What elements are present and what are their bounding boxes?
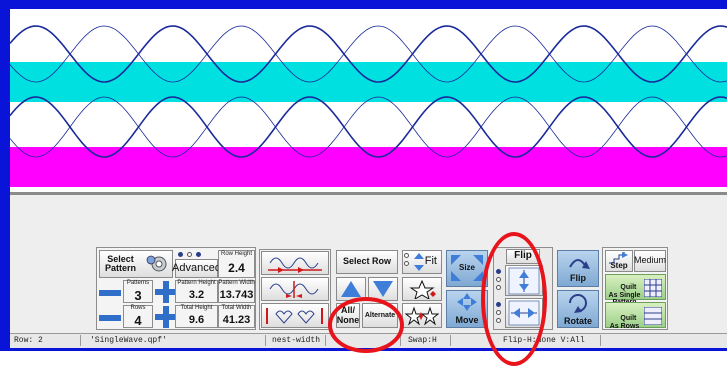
select-row-label: Select Row bbox=[342, 256, 391, 267]
pattern-width-value[interactable]: 13.743 bbox=[218, 289, 255, 301]
quilt-preview-canvas[interactable] bbox=[10, 9, 727, 192]
status-divider bbox=[600, 335, 601, 346]
quilt-single-pattern-button[interactable]: Quilt As Single Pattern bbox=[605, 274, 666, 306]
step-size-value: Medium bbox=[634, 255, 667, 266]
star-outline-icon bbox=[409, 279, 436, 299]
patterns-decrease-button[interactable] bbox=[99, 290, 121, 296]
status-file: 'SingleWave.qpf' bbox=[90, 336, 167, 345]
status-divider bbox=[265, 335, 266, 346]
quilt-rows-icon bbox=[644, 307, 662, 325]
quilt-grid-icon bbox=[644, 279, 662, 297]
star-option-button[interactable] bbox=[402, 277, 442, 301]
step-button[interactable]: Step bbox=[605, 250, 633, 272]
step-size-select[interactable]: Medium bbox=[634, 250, 666, 272]
patterns-value[interactable]: 3 bbox=[123, 288, 153, 303]
hearts-nested-icon bbox=[269, 281, 319, 298]
layout-option-3-button[interactable] bbox=[261, 303, 329, 328]
arrow-down-icon bbox=[373, 281, 393, 297]
flip-button[interactable]: Flip bbox=[557, 250, 599, 287]
status-divider bbox=[450, 335, 451, 346]
fit-arrows-icon bbox=[414, 253, 424, 271]
layout-option-1-button[interactable] bbox=[261, 251, 329, 275]
fit-label: Fit bbox=[424, 255, 437, 268]
total-height-value[interactable]: 9.6 bbox=[175, 314, 218, 326]
patterns-increase-button[interactable] bbox=[155, 281, 177, 303]
quilt-as-rows-button[interactable]: Quilt As Rows bbox=[605, 302, 666, 330]
row-height-label: Row Height bbox=[220, 251, 252, 257]
select-pattern-button[interactable]: Select Pattern bbox=[99, 250, 173, 278]
page-background bbox=[0, 351, 727, 366]
rotate-button[interactable]: Rotate bbox=[557, 290, 599, 328]
hearts-row-icon bbox=[266, 307, 323, 324]
rows-label: Rows bbox=[130, 305, 146, 311]
step-icon bbox=[609, 252, 628, 264]
advanced-button[interactable]: Advanced bbox=[172, 259, 221, 278]
row-height-value[interactable]: 2.4 bbox=[218, 261, 255, 275]
rows-decrease-button[interactable] bbox=[99, 315, 121, 321]
rows-increase-button[interactable] bbox=[155, 306, 177, 328]
select-pattern-label: Select Pattern bbox=[105, 253, 137, 273]
star-pair-icon bbox=[405, 305, 439, 325]
fit-radio-1[interactable] bbox=[404, 253, 409, 258]
size-label: Size bbox=[458, 263, 475, 272]
quilt-preview-drawing bbox=[10, 25, 727, 187]
total-height-label: Total Height bbox=[180, 305, 213, 311]
total-width-value[interactable]: 41.23 bbox=[218, 314, 255, 326]
rotate-label: Rotate bbox=[563, 316, 592, 326]
hearts-spaced-icon bbox=[268, 257, 322, 273]
fit-radio-2[interactable] bbox=[404, 261, 409, 266]
view-radio-2[interactable] bbox=[187, 252, 192, 257]
quilt-rows-label: Quilt As Rows bbox=[609, 315, 640, 330]
status-row: Row: 2 bbox=[14, 336, 43, 345]
select-row-button[interactable]: Select Row bbox=[336, 250, 398, 274]
rows-value[interactable]: 4 bbox=[123, 313, 153, 328]
arrow-up-icon bbox=[341, 281, 361, 297]
advanced-label: Advanced bbox=[172, 261, 221, 274]
gear-icon bbox=[146, 255, 167, 272]
move-label: Move bbox=[455, 315, 479, 325]
view-radio-3[interactable] bbox=[196, 252, 201, 257]
pattern-width-label: Pattern Width bbox=[218, 280, 255, 286]
status-divider bbox=[325, 335, 326, 346]
flip-arrows-icon bbox=[569, 259, 590, 269]
status-divider bbox=[80, 335, 81, 346]
patterns-label: Patterns bbox=[126, 280, 150, 286]
cyan-band bbox=[10, 62, 727, 102]
pattern-height-value[interactable]: 3.2 bbox=[175, 289, 218, 301]
highlight-ring-row-buttons bbox=[328, 297, 404, 353]
view-radio-1[interactable] bbox=[178, 252, 183, 257]
flip-label: Flip bbox=[570, 273, 586, 283]
status-nest: nest-width bbox=[272, 336, 321, 345]
pattern-height-label: Pattern Height bbox=[177, 280, 216, 286]
star-pair-button[interactable] bbox=[402, 303, 442, 328]
highlight-ring-flip bbox=[481, 232, 547, 366]
total-width-label: Total Width bbox=[221, 305, 252, 311]
magenta-band bbox=[10, 147, 727, 187]
status-swap: Swap:H bbox=[408, 336, 437, 345]
rotate-arrows-icon bbox=[569, 294, 587, 313]
layout-option-2-button[interactable] bbox=[261, 277, 329, 301]
